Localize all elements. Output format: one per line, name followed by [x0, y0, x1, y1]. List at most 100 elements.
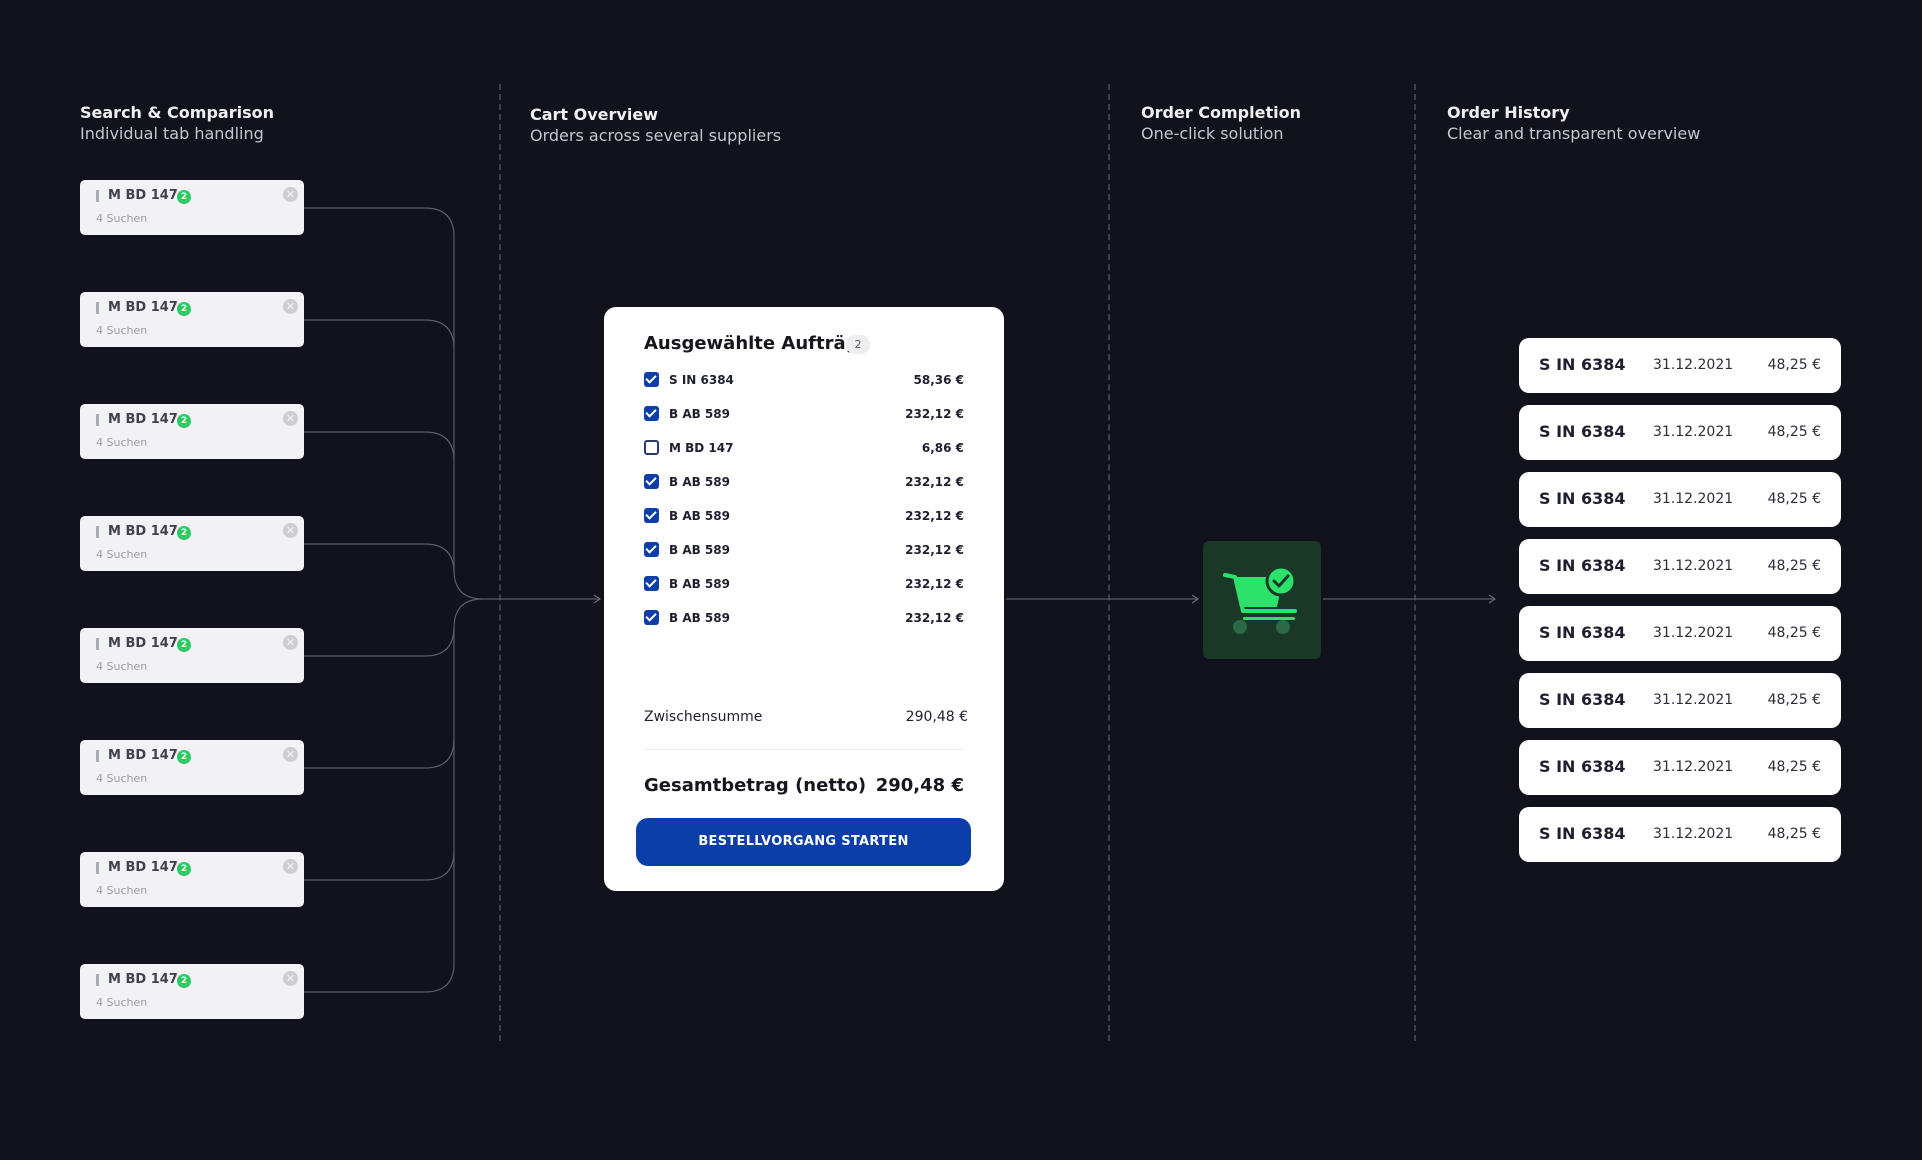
- order-history-row[interactable]: S IN 6384 31.12.2021 48,25 €: [1519, 405, 1841, 460]
- tab-subtitle: 4 Suchen: [96, 996, 148, 1009]
- connector-line: [304, 207, 600, 600]
- cart-item-label: M BD 147: [669, 441, 734, 455]
- checkbox-checked[interactable]: [644, 372, 659, 387]
- close-icon[interactable]: ✕: [283, 635, 298, 650]
- search-tab[interactable]: M BD 147 2 ✕ 4 Suchen: [80, 628, 304, 683]
- cart-item-label: B AB 589: [669, 475, 730, 489]
- order-amount: 48,25 €: [1767, 424, 1821, 440]
- order-history-row[interactable]: S IN 6384 31.12.2021 48,25 €: [1519, 673, 1841, 728]
- total-amount: 290,48 €: [875, 775, 964, 796]
- search-tab[interactable]: M BD 147 2 ✕ 4 Suchen: [80, 404, 304, 459]
- order-date: 31.12.2021: [1653, 491, 1734, 507]
- connector-line: [304, 543, 455, 574]
- order-history-row[interactable]: S IN 6384 31.12.2021 48,25 €: [1519, 338, 1841, 393]
- tab-subtitle: 4 Suchen: [96, 324, 148, 337]
- close-icon[interactable]: ✕: [283, 523, 298, 538]
- cart-item-amount: 232,12 €: [905, 509, 964, 523]
- search-tab[interactable]: M BD 147 2 ✕ 4 Suchen: [80, 516, 304, 571]
- cart-overview-card: Ausgewählte Aufträge 2 S IN 6384 58,36 €…: [604, 307, 1004, 891]
- drag-handle-icon: [96, 750, 99, 762]
- close-icon[interactable]: ✕: [283, 299, 298, 314]
- cart-item[interactable]: B AB 589 232,12 €: [644, 608, 964, 628]
- tab-code: M BD 147: [108, 748, 178, 763]
- drag-handle-icon: [96, 414, 99, 426]
- order-code: S IN 6384: [1539, 824, 1626, 843]
- tab-code: M BD 147: [108, 636, 178, 651]
- tab-code: M BD 147: [108, 412, 178, 427]
- drag-handle-icon: [96, 974, 99, 986]
- close-icon[interactable]: ✕: [283, 747, 298, 762]
- order-history-row[interactable]: S IN 6384 31.12.2021 48,25 €: [1519, 539, 1841, 594]
- checkbox-checked[interactable]: [644, 406, 659, 421]
- search-tab[interactable]: M BD 147 2 ✕ 4 Suchen: [80, 964, 304, 1019]
- count-badge: 2: [177, 750, 191, 764]
- order-date: 31.12.2021: [1653, 424, 1734, 440]
- close-icon[interactable]: ✕: [283, 971, 298, 986]
- tab-subtitle: 4 Suchen: [96, 548, 148, 561]
- cart-item-label: B AB 589: [669, 577, 730, 591]
- tab-subtitle: 4 Suchen: [96, 212, 148, 225]
- order-history-row[interactable]: S IN 6384 31.12.2021 48,25 €: [1519, 606, 1841, 661]
- cart-item[interactable]: B AB 589 232,12 €: [644, 540, 964, 560]
- total-label: Gesamtbetrag (netto): [644, 775, 867, 796]
- checkbox-checked[interactable]: [644, 610, 659, 625]
- order-date: 31.12.2021: [1653, 692, 1734, 708]
- connector-line: [304, 738, 455, 769]
- divider: [644, 749, 964, 750]
- checkbox-checked[interactable]: [644, 474, 659, 489]
- close-icon[interactable]: ✕: [283, 411, 298, 426]
- cart-item-label: B AB 589: [669, 611, 730, 625]
- cart-item-amount: 232,12 €: [905, 475, 964, 489]
- order-completion-tile[interactable]: [1203, 541, 1321, 659]
- order-amount: 48,25 €: [1767, 625, 1821, 641]
- cart-item[interactable]: B AB 589 232,12 €: [644, 506, 964, 526]
- order-history-row[interactable]: S IN 6384 31.12.2021 48,25 €: [1519, 472, 1841, 527]
- checkbox-unchecked[interactable]: [644, 440, 659, 455]
- order-amount: 48,25 €: [1767, 491, 1821, 507]
- checkbox-checked[interactable]: [644, 542, 659, 557]
- close-icon[interactable]: ✕: [283, 187, 298, 202]
- drag-handle-icon: [96, 862, 99, 874]
- search-tab[interactable]: M BD 147 2 ✕ 4 Suchen: [80, 852, 304, 907]
- checkbox-checked[interactable]: [644, 576, 659, 591]
- cart-item-amount: 232,12 €: [905, 543, 964, 557]
- subtotal-label: Zwischensumme: [644, 709, 763, 725]
- order-date: 31.12.2021: [1653, 625, 1734, 641]
- connector-line: [304, 431, 455, 462]
- cart-item-label: B AB 589: [669, 509, 730, 523]
- order-amount: 48,25 €: [1767, 558, 1821, 574]
- cart-item[interactable]: B AB 589 232,12 €: [644, 404, 964, 424]
- drag-handle-icon: [96, 638, 99, 650]
- cart-item-amount: 58,36 €: [913, 373, 964, 387]
- cart-item[interactable]: M BD 147 6,86 €: [644, 438, 964, 458]
- cart-check-icon: [1223, 565, 1297, 634]
- order-code: S IN 6384: [1539, 489, 1626, 508]
- cart-item[interactable]: B AB 589 232,12 €: [644, 574, 964, 594]
- order-history-row[interactable]: S IN 6384 31.12.2021 48,25 €: [1519, 740, 1841, 795]
- cart-item[interactable]: B AB 589 232,12 €: [644, 472, 964, 492]
- connector-line: [304, 626, 455, 657]
- close-icon[interactable]: ✕: [283, 859, 298, 874]
- drag-handle-icon: [96, 302, 99, 314]
- checkbox-checked[interactable]: [644, 508, 659, 523]
- count-badge: 2: [177, 862, 191, 876]
- tab-code: M BD 147: [108, 972, 178, 987]
- tab-code: M BD 147: [108, 860, 178, 875]
- order-amount: 48,25 €: [1767, 759, 1821, 775]
- cart-count-badge: 2: [846, 335, 870, 354]
- search-tab[interactable]: M BD 147 2 ✕ 4 Suchen: [80, 180, 304, 235]
- search-tab[interactable]: M BD 147 2 ✕ 4 Suchen: [80, 740, 304, 795]
- tab-subtitle: 4 Suchen: [96, 884, 148, 897]
- cart-item-amount: 6,86 €: [921, 441, 964, 455]
- count-badge: 2: [177, 414, 191, 428]
- order-code: S IN 6384: [1539, 355, 1626, 374]
- order-amount: 48,25 €: [1767, 826, 1821, 842]
- order-history-row[interactable]: S IN 6384 31.12.2021 48,25 €: [1519, 807, 1841, 862]
- start-order-button[interactable]: BESTELLVORGANG STARTEN: [636, 818, 971, 866]
- count-badge: 2: [177, 302, 191, 316]
- cart-item-amount: 232,12 €: [905, 577, 964, 591]
- search-tab[interactable]: M BD 147 2 ✕ 4 Suchen: [80, 292, 304, 347]
- order-code: S IN 6384: [1539, 690, 1626, 709]
- cart-item[interactable]: S IN 6384 58,36 €: [644, 370, 964, 390]
- order-code: S IN 6384: [1539, 556, 1626, 575]
